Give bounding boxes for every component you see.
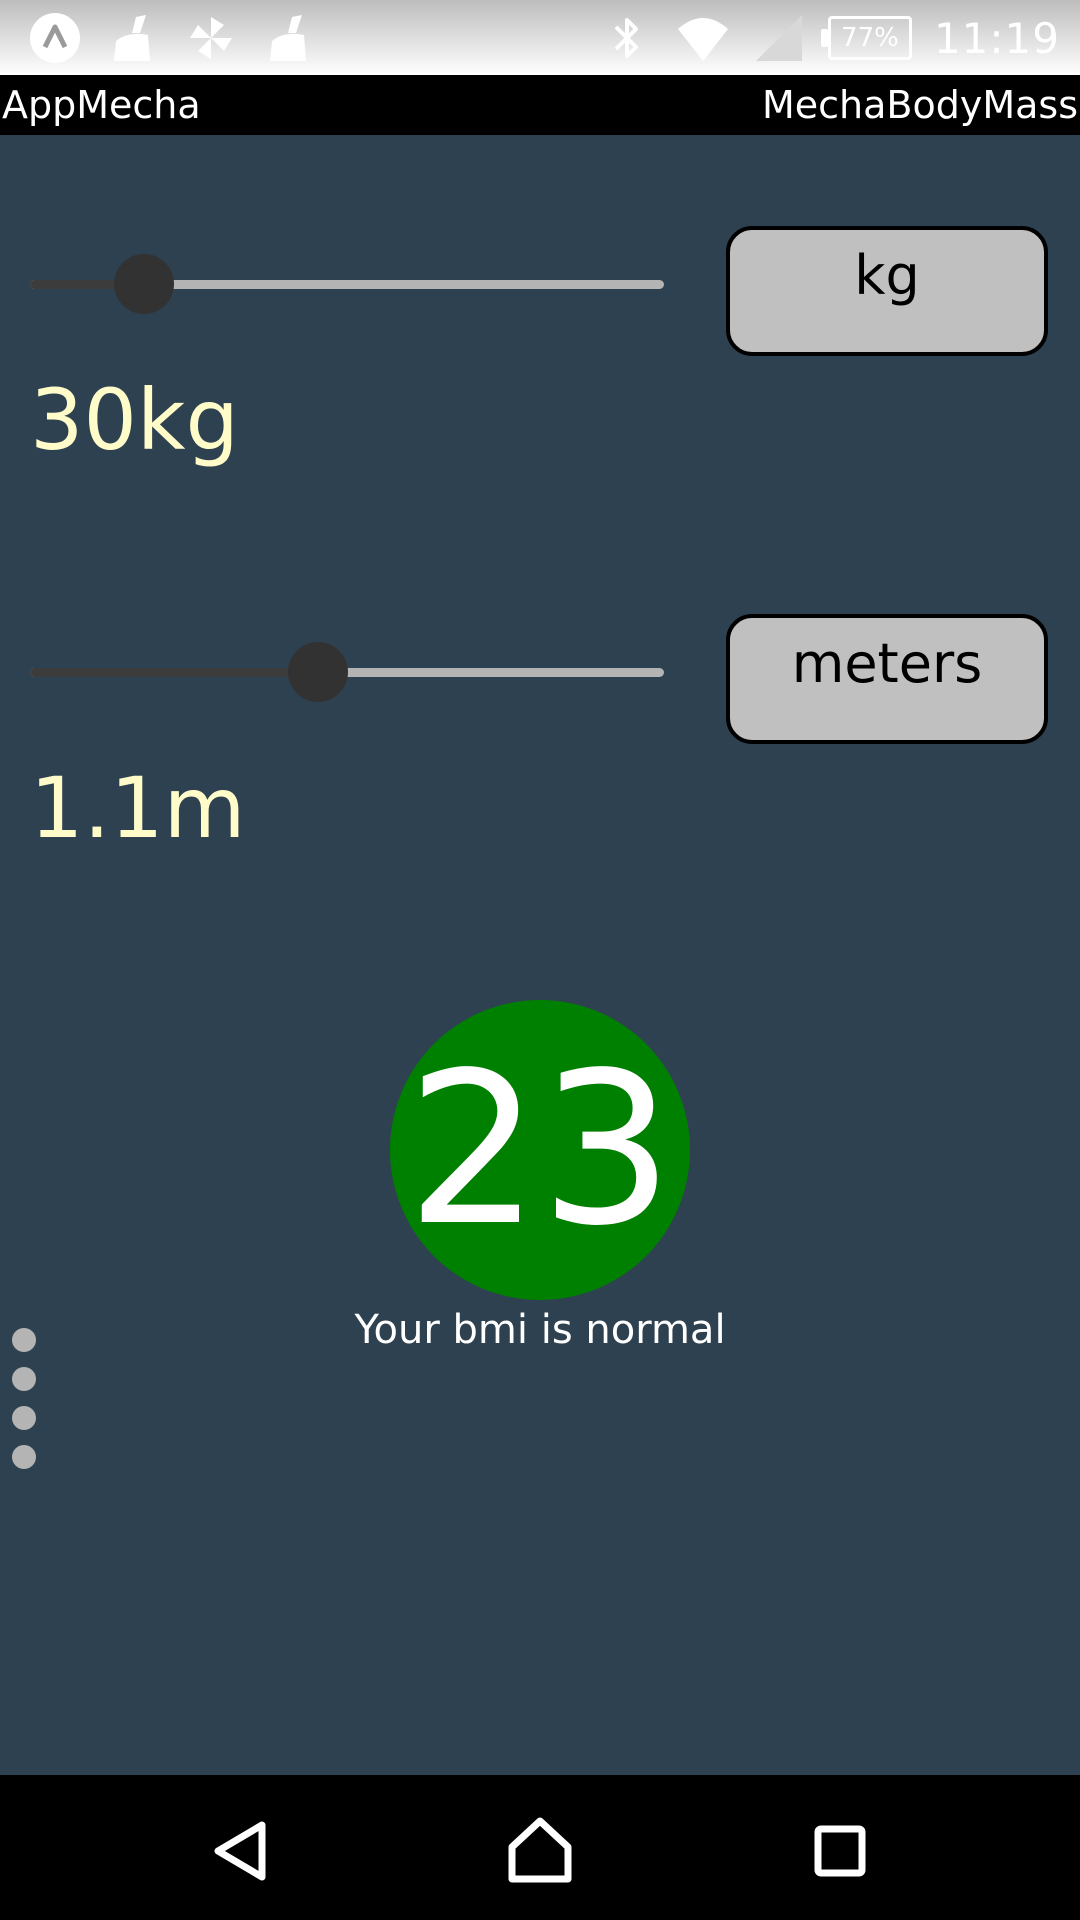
notification-icons [28, 10, 316, 66]
clock: 11:19 [933, 13, 1060, 63]
slider-thumb[interactable] [114, 254, 174, 314]
app-name: AppMecha [2, 83, 201, 127]
height-value: 1.1m [30, 759, 246, 857]
page-dot[interactable] [12, 1406, 36, 1430]
pinwheel-icon [190, 17, 232, 59]
slider-thumb[interactable] [288, 642, 348, 702]
weight-unit-button[interactable]: kg [726, 226, 1048, 356]
navigation-bar [0, 1775, 1080, 1920]
height-unit-button[interactable]: meters [726, 614, 1048, 744]
slider-track-filled [30, 668, 318, 677]
bmi-indicator: 23 [390, 1000, 690, 1300]
bmi-value: 23 [406, 1027, 674, 1272]
cleaner-icon [114, 15, 150, 61]
height-slider[interactable] [30, 640, 664, 704]
title-bar: AppMecha MechaBodyMass [0, 75, 1080, 135]
battery-indicator: 77% [820, 16, 912, 60]
home-icon [508, 1817, 572, 1883]
status-bar: 77% 11:19 [0, 0, 1080, 75]
page-dot[interactable] [12, 1328, 36, 1352]
wifi-icon [677, 18, 728, 61]
back-icon [214, 1821, 266, 1881]
home-button[interactable] [490, 1801, 590, 1901]
screen-title: MechaBodyMass [761, 83, 1078, 127]
page-indicator[interactable] [12, 1328, 38, 1484]
recents-button[interactable] [790, 1801, 890, 1901]
page-dot[interactable] [12, 1445, 36, 1469]
bluetooth-icon [614, 18, 638, 58]
system-icons: 77% 11:19 [600, 10, 1060, 66]
back-button[interactable] [190, 1801, 290, 1901]
app-a-icon [30, 13, 80, 63]
weight-slider[interactable] [30, 252, 664, 316]
cleaner-icon [270, 15, 306, 61]
page-dot[interactable] [12, 1367, 36, 1391]
recents-icon [814, 1825, 866, 1877]
cell-signal-icon [755, 15, 802, 61]
bmi-message: Your bmi is normal [354, 1307, 726, 1353]
weight-value: 30kg [30, 371, 239, 469]
